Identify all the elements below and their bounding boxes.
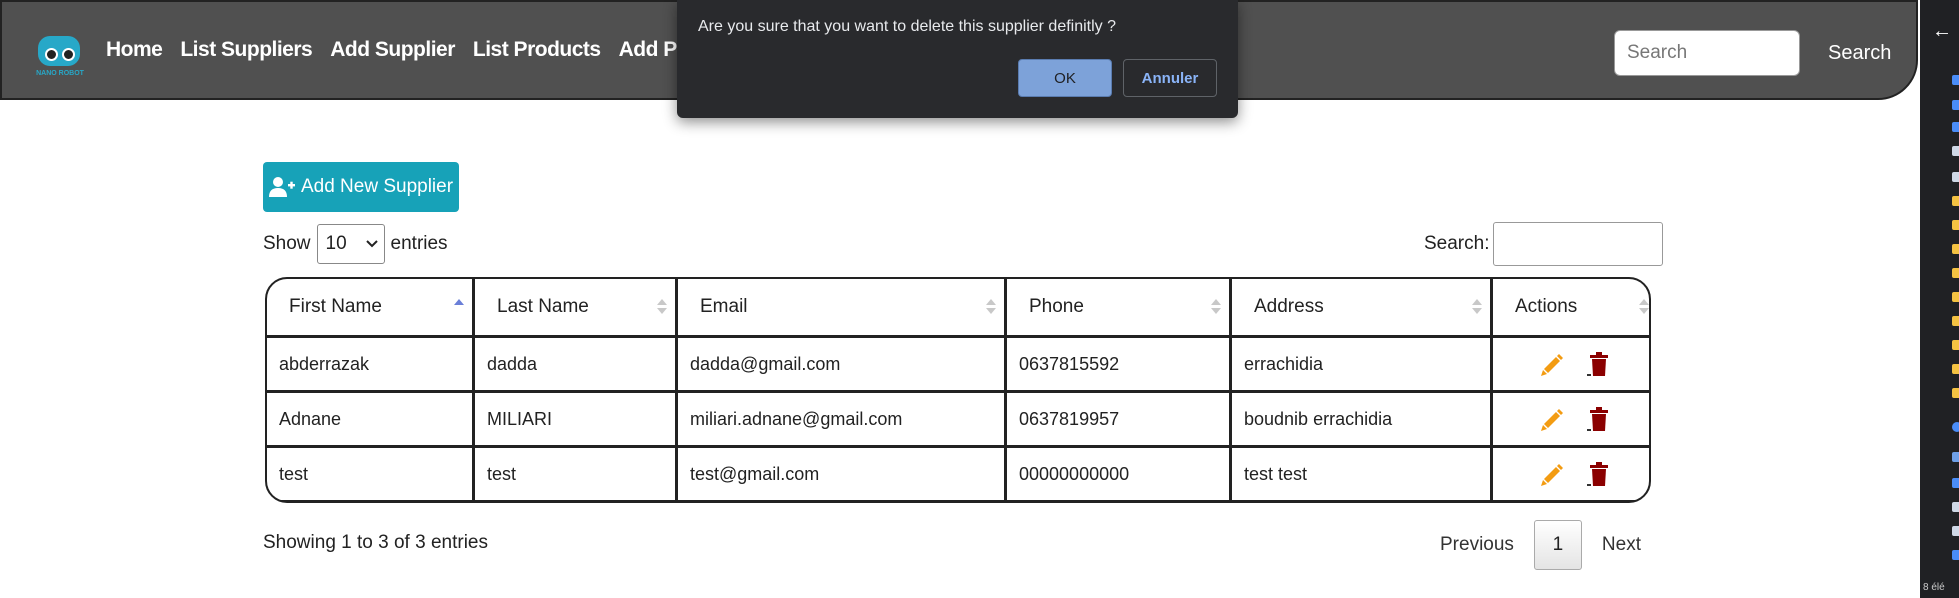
table-cell-address: boudnib errachidia (1232, 393, 1490, 445)
pencil-icon[interactable] (1539, 461, 1565, 487)
table-search-label: Search: (1424, 233, 1490, 254)
confirm-dialog: Are you sure that you want to delete thi… (677, 0, 1238, 118)
column-label: Address (1254, 296, 1324, 317)
table-cell-email: miliari.adnane@gmail.com (678, 393, 1004, 445)
folder-icon[interactable] (1952, 388, 1959, 398)
show-label: Show (263, 233, 311, 254)
folder-icon[interactable] (1952, 220, 1959, 230)
add-supplier-label: Add New Supplier (300, 176, 454, 197)
robot-eye-right (62, 48, 75, 61)
pencil-icon[interactable] (1539, 406, 1565, 432)
chevron-down-icon (365, 240, 378, 248)
folder-icon[interactable] (1952, 340, 1959, 350)
add-supplier-button[interactable]: Add New Supplier (263, 162, 459, 212)
dialog-message: Are you sure that you want to delete thi… (698, 18, 1117, 35)
table-cell-phone: 0637815592 (1007, 338, 1229, 390)
entries-length: Show 10 entries (263, 224, 448, 264)
nav-search-button[interactable]: Search (1828, 42, 1891, 65)
table-cell-first-name: abderrazak (267, 338, 472, 390)
column-header-actions[interactable]: Actions (1493, 279, 1649, 335)
table-cell-actions (1493, 393, 1649, 445)
table-cell-actions (1493, 448, 1649, 500)
table-search-input[interactable] (1493, 222, 1664, 266)
folder-icon[interactable] (1952, 316, 1959, 326)
table-search: Search: (1424, 222, 1664, 266)
table-cell-last-name: test (475, 448, 675, 500)
folder-icon[interactable] (1952, 364, 1959, 374)
bookmark-icon[interactable] (1952, 100, 1959, 110)
column-label: Phone (1029, 296, 1084, 317)
entries-select[interactable]: 10 (316, 224, 385, 264)
column-header-phone[interactable]: Phone (1007, 279, 1229, 335)
entries-label: entries (390, 233, 448, 254)
column-label: Email (700, 296, 748, 317)
table-cell-email: dadda@gmail.com (678, 338, 1004, 390)
pencil-icon[interactable] (1539, 351, 1565, 377)
table-cell-email: test@gmail.com (678, 448, 1004, 500)
folder-icon[interactable] (1952, 244, 1959, 254)
logo-text: NANO ROBOT (36, 70, 84, 77)
table-cell-actions (1493, 338, 1649, 390)
column-header-email[interactable]: Email (678, 279, 1004, 335)
folder-icon[interactable] (1952, 292, 1959, 302)
next-page-button[interactable]: Next (1582, 534, 1661, 556)
trash-icon[interactable] (1587, 461, 1611, 487)
table-cell-phone: 00000000000 (1007, 448, 1229, 500)
previous-page-button[interactable]: Previous (1420, 534, 1534, 556)
arrow-left-icon[interactable]: ← (1932, 20, 1952, 43)
entries-value: 10 (325, 233, 347, 254)
nav-home[interactable]: Home (106, 38, 163, 62)
column-header-address[interactable]: Address (1232, 279, 1490, 335)
trash-icon[interactable] (1587, 351, 1611, 377)
user-plus-icon (268, 177, 295, 197)
column-header-first-name[interactable]: First Name (267, 279, 472, 335)
page-1-button[interactable]: 1 (1533, 520, 1582, 570)
suppliers-table: First Name Last Name Email Phone Address… (265, 277, 1651, 503)
bookmark-icon[interactable] (1952, 478, 1959, 488)
folder-icon[interactable] (1952, 196, 1959, 206)
column-header-last-name[interactable]: Last Name (475, 279, 675, 335)
robot-logo-icon (38, 36, 80, 66)
table-cell-address: test test (1232, 448, 1490, 500)
cloud-icon[interactable] (1952, 422, 1959, 432)
cancel-button[interactable]: Annuler (1123, 59, 1217, 97)
browser-side-panel: ← 8 élé (1920, 0, 1959, 598)
trash-icon[interactable] (1587, 406, 1611, 432)
side-panel-count: 8 élé (1923, 582, 1945, 593)
nav-list-suppliers[interactable]: List Suppliers (180, 38, 312, 62)
bookmark-icon[interactable] (1952, 550, 1959, 560)
table-cell-first-name: Adnane (267, 393, 472, 445)
music-icon[interactable] (1952, 452, 1959, 462)
nav-list-products[interactable]: List Products (473, 38, 601, 62)
ok-button[interactable]: OK (1018, 59, 1112, 97)
page-icon[interactable] (1952, 526, 1959, 536)
logo[interactable]: NANO ROBOT (32, 32, 88, 82)
page-icon[interactable] (1952, 172, 1959, 182)
nav-add-supplier[interactable]: Add Supplier (330, 38, 455, 62)
table-info: Showing 1 to 3 of 3 entries (263, 532, 488, 553)
table-cell-last-name: MILIARI (475, 393, 675, 445)
nav-links: Home List Suppliers Add Supplier List Pr… (106, 38, 740, 62)
column-label: Last Name (497, 296, 589, 317)
table-cell-first-name: test (267, 448, 472, 500)
page-icon[interactable] (1952, 146, 1959, 156)
folder-icon[interactable] (1952, 268, 1959, 278)
page-icon[interactable] (1952, 502, 1959, 512)
column-label: Actions (1515, 296, 1578, 317)
download-icon[interactable] (1952, 122, 1959, 132)
star-icon[interactable] (1952, 75, 1959, 85)
pagination: Previous 1 Next (1420, 520, 1661, 570)
table-cell-address: errachidia (1232, 338, 1490, 390)
nav-search-input[interactable] (1614, 30, 1800, 76)
table-cell-last-name: dadda (475, 338, 675, 390)
column-label: First Name (289, 296, 382, 317)
table-cell-phone: 0637819957 (1007, 393, 1229, 445)
robot-eye-left (45, 48, 58, 61)
